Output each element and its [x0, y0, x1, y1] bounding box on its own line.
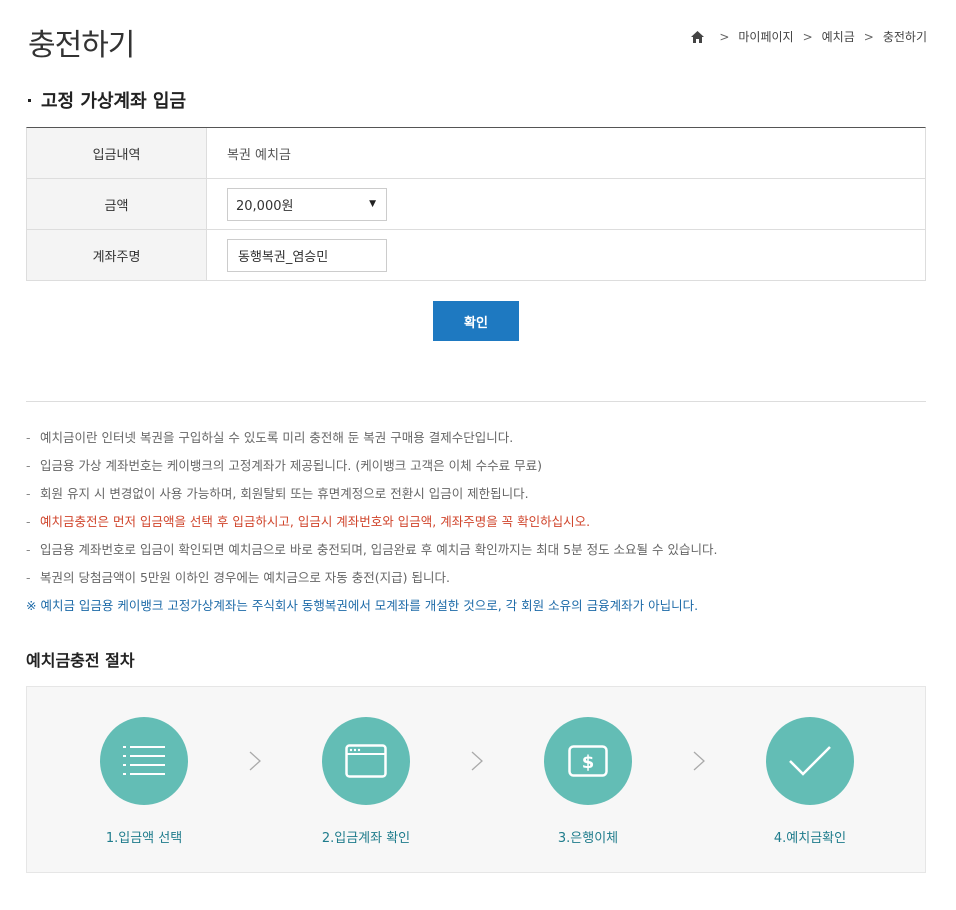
dash-icon: - — [26, 430, 31, 445]
chevron-right-icon — [249, 751, 261, 771]
notes-list: - 예치금이란 인터넷 복권을 구입하실 수 있도록 미리 충전해 둔 복권 구매… — [26, 428, 926, 624]
note-text: 입금용 가상 계좌번호는 케이뱅크의 고정계좌가 제공됩니다. (케이뱅크 고객… — [40, 458, 542, 473]
amount-cell: 20,000원 ▼ — [207, 179, 925, 229]
chevron-right-icon: > — [863, 29, 874, 44]
account-holder-cell: 동행복권_염승민 — [207, 230, 925, 280]
amount-select[interactable]: 20,000원 ▼ — [227, 187, 387, 221]
note-text: 입금용 계좌번호로 입금이 확인되면 예치금으로 바로 충전되며, 입금완료 후… — [40, 542, 718, 557]
chevron-right-icon — [693, 751, 705, 771]
note-item-warning: - 예치금충전은 먼저 입금액을 선택 후 입금하시고, 입금시 계좌번호와 입금… — [26, 512, 926, 540]
breadcrumb-deposit[interactable]: 예치금 — [822, 28, 855, 45]
process-step-label: 2.입금계좌 확인 — [321, 831, 411, 846]
dash-icon: - — [26, 486, 31, 501]
process-step-4: 4.예치금확인 — [740, 717, 880, 846]
process-step-1: 1.입금액 선택 — [74, 717, 214, 846]
svg-text:$: $ — [582, 752, 595, 773]
note-item: - 회원 유지 시 변경없이 사용 가능하며, 회원탈퇴 또는 휴면계정으로 전환… — [26, 484, 926, 512]
dash-icon: - — [26, 570, 31, 585]
breadcrumb: > 마이페이지 > 예치금 > 충전하기 — [691, 28, 927, 45]
caret-down-icon: ▼ — [369, 199, 376, 209]
notice-item: ※ 예치금 입금용 케이뱅크 고정가상계좌는 주식회사 동행복권에서 모계좌를 … — [26, 596, 926, 624]
breadcrumb-charge[interactable]: 충전하기 — [883, 28, 927, 45]
dollar-bill-icon: $ — [544, 717, 632, 805]
section-title-text: 고정 가상계좌 입금 — [41, 91, 187, 112]
note-item: - 예치금이란 인터넷 복권을 구입하실 수 있도록 미리 충전해 둔 복권 구매… — [26, 428, 926, 456]
account-holder-label: 계좌주명 — [27, 230, 207, 280]
breadcrumb-mypage[interactable]: 마이페이지 — [738, 28, 793, 45]
checkmark-icon — [766, 717, 854, 805]
form-row-deposit-type: 입금내역 복권 예치금 — [27, 128, 925, 179]
note-item: - 복권의 당첨금액이 5만원 이하인 경우에는 예치금으로 자동 충전(지급) … — [26, 568, 926, 596]
chevron-right-icon: > — [802, 29, 813, 44]
deposit-type-value: 복권 예치금 — [227, 147, 291, 163]
dash-icon: - — [26, 542, 31, 557]
confirm-button[interactable]: 확인 — [433, 301, 519, 341]
deposit-form-table: 입금내역 복권 예치금 금액 20,000원 ▼ 계좌주명 동행복권_염승민 — [26, 127, 926, 281]
dash-icon: - — [26, 458, 31, 473]
divider — [26, 401, 926, 402]
form-row-account-holder: 계좌주명 동행복권_염승민 — [27, 230, 925, 281]
amount-select-value: 20,000원 — [236, 198, 294, 214]
amount-label: 금액 — [27, 179, 207, 229]
chevron-right-icon: > — [719, 29, 730, 44]
note-text: 복권의 당첨금액이 5만원 이하인 경우에는 예치금으로 자동 충전(지급) 됩… — [40, 570, 450, 585]
note-item: - 입금용 가상 계좌번호는 케이뱅크의 고정계좌가 제공됩니다. (케이뱅크 고… — [26, 456, 926, 484]
process-step-label: 1.입금액 선택 — [105, 831, 183, 846]
browser-window-icon — [322, 717, 410, 805]
note-text: 예치금충전은 먼저 입금액을 선택 후 입금하시고, 입금시 계좌번호와 입금액… — [40, 514, 591, 529]
process-step-3: $ 3.은행이체 — [518, 717, 658, 846]
deposit-type-label: 입금내역 — [27, 128, 207, 178]
list-icon — [100, 717, 188, 805]
note-text: 예치금이란 인터넷 복권을 구입하실 수 있도록 미리 충전해 둔 복권 구매용… — [40, 430, 514, 445]
process-step-label: 4.예치금확인 — [773, 831, 847, 846]
process-step-2: 2.입금계좌 확인 — [296, 717, 436, 846]
bullet-icon — [28, 98, 31, 102]
section-title: 고정 가상계좌 입금 — [28, 87, 186, 113]
home-icon[interactable] — [691, 30, 705, 43]
account-holder-field[interactable]: 동행복권_염승민 — [227, 238, 387, 272]
notice-text: ※ 예치금 입금용 케이뱅크 고정가상계좌는 주식회사 동행복권에서 모계좌를 … — [26, 598, 699, 613]
form-row-amount: 금액 20,000원 ▼ — [27, 179, 925, 230]
process-step-label: 3.은행이체 — [557, 831, 619, 846]
process-title: 예치금충전 절차 — [26, 651, 135, 670]
dash-icon: - — [26, 514, 31, 529]
chevron-right-icon — [471, 751, 483, 771]
note-text: 회원 유지 시 변경없이 사용 가능하며, 회원탈퇴 또는 휴면계정으로 전환시… — [40, 486, 529, 501]
note-item: - 입금용 계좌번호로 입금이 확인되면 예치금으로 바로 충전되며, 입금완료 … — [26, 540, 926, 568]
page-title: 충전하기 — [28, 28, 135, 63]
process-box: 1.입금액 선택 2.입금계좌 확인 $ 3.은행이체 4.예치금확인 — [26, 686, 926, 873]
